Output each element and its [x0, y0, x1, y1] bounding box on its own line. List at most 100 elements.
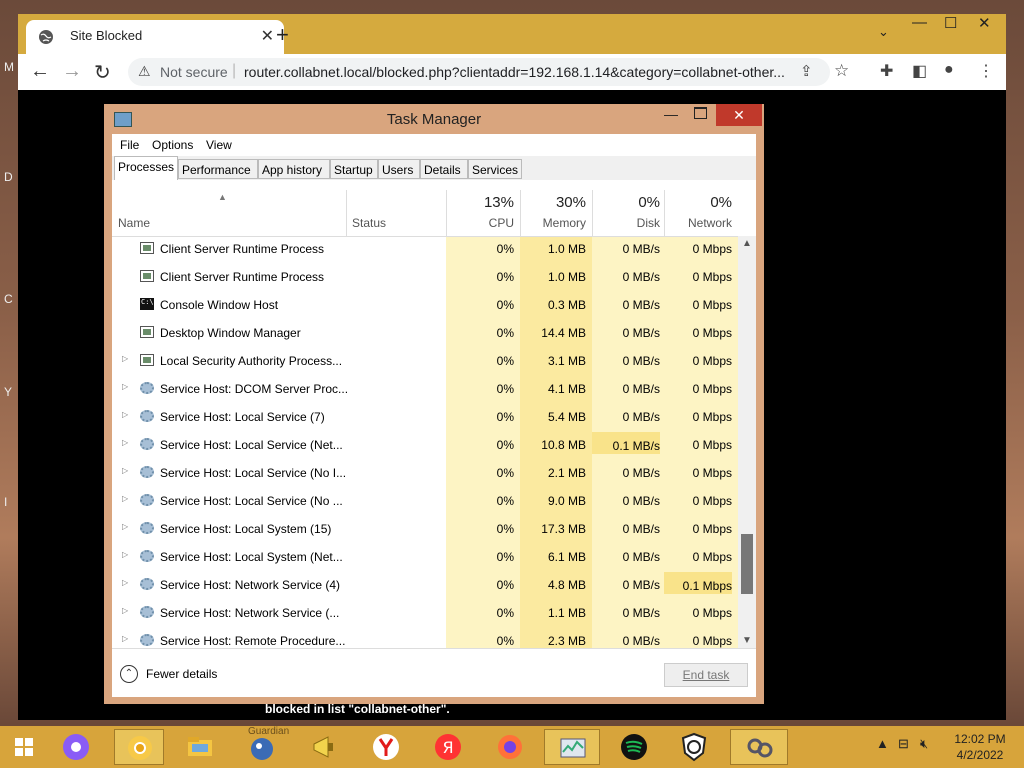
- taskbar-spotify[interactable]: [616, 729, 652, 765]
- chevron-up-circle-icon[interactable]: ⌃: [120, 665, 138, 683]
- side-panel-icon[interactable]: ◧: [912, 61, 927, 81]
- taskbar-yandex[interactable]: Я: [430, 729, 466, 765]
- table-row[interactable]: Desktop Window Manager 0% 14.4 MB 0 MB/s…: [112, 320, 738, 348]
- not-secure-label[interactable]: Not secure: [160, 64, 228, 80]
- table-row[interactable]: ▷ Service Host: Remote Procedure... 0% 2…: [112, 628, 738, 648]
- taskbar-chrome[interactable]: [114, 729, 164, 765]
- scroll-up-icon[interactable]: ▲: [742, 238, 752, 249]
- tm-close-icon[interactable]: ✕: [716, 104, 762, 126]
- task-manager-titlebar[interactable]: Task Manager — ✕: [104, 104, 764, 134]
- disk-total[interactable]: 0%: [592, 194, 660, 211]
- vertical-scrollbar[interactable]: ▲ ▼: [738, 236, 756, 648]
- table-row[interactable]: ▷ Service Host: Network Service (4) 0% 4…: [112, 572, 738, 600]
- tab-services[interactable]: Services: [468, 159, 522, 179]
- col-network-header[interactable]: Network: [664, 216, 732, 230]
- address-bar[interactable]: ⚠ Not secure | router.collabnet.local/bl…: [128, 58, 849, 86]
- menu-file[interactable]: File: [120, 138, 139, 152]
- volume-muted-icon[interactable]: 🔇︎: [920, 736, 928, 752]
- process-name: Service Host: Remote Procedure...: [160, 634, 346, 648]
- expand-chevron-icon[interactable]: ▷: [122, 354, 128, 363]
- extensions-puzzle-icon[interactable]: ✚: [880, 61, 893, 81]
- start-button[interactable]: [6, 729, 42, 765]
- table-row[interactable]: ▷ Local Security Authority Process... 0%…: [112, 348, 738, 376]
- expand-chevron-icon[interactable]: ▷: [122, 494, 128, 503]
- taskbar-firefox[interactable]: [492, 729, 528, 765]
- table-row[interactable]: ▷ Service Host: Local System (15) 0% 17.…: [112, 516, 738, 544]
- fewer-details-link[interactable]: Fewer details: [146, 667, 217, 681]
- window-close-icon[interactable]: ✕: [978, 14, 991, 32]
- memory-total[interactable]: 30%: [520, 194, 586, 211]
- menu-options[interactable]: Options: [152, 138, 193, 152]
- back-icon[interactable]: ←: [30, 60, 50, 83]
- expand-chevron-icon[interactable]: ▷: [122, 466, 128, 475]
- col-status-header[interactable]: Status: [352, 216, 386, 230]
- cpu-total[interactable]: 13%: [446, 194, 514, 211]
- taskbar-task-manager[interactable]: [544, 729, 600, 765]
- clock-time[interactable]: 12:02 PM: [944, 732, 1016, 746]
- menu-kebab-icon[interactable]: ⋮: [978, 61, 994, 81]
- gear-icon: [140, 438, 154, 450]
- col-cpu-header[interactable]: CPU: [446, 216, 514, 230]
- table-row[interactable]: ▷ Service Host: Local Service (Net... 0%…: [112, 432, 738, 460]
- table-row[interactable]: ▷ Service Host: Local Service (No ... 0%…: [112, 488, 738, 516]
- minimize-icon[interactable]: —: [912, 14, 927, 31]
- expand-chevron-icon[interactable]: ▷: [122, 522, 128, 531]
- col-disk-header[interactable]: Disk: [592, 216, 660, 230]
- reload-icon[interactable]: ↻: [94, 60, 111, 85]
- tab-processes[interactable]: Processes: [114, 156, 178, 181]
- table-row[interactable]: Client Server Runtime Process 0% 1.0 MB …: [112, 264, 738, 292]
- maximize-icon[interactable]: ☐: [944, 14, 957, 32]
- network-total[interactable]: 0%: [664, 194, 732, 211]
- console-icon: [140, 298, 154, 310]
- gear-icon: [140, 606, 154, 618]
- tab-app-history[interactable]: App history: [258, 159, 330, 179]
- menu-view[interactable]: View: [206, 138, 232, 152]
- profile-avatar-icon[interactable]: ●: [944, 61, 954, 79]
- share-icon[interactable]: ⇪: [800, 62, 813, 80]
- taskbar-yandex-browser[interactable]: [368, 729, 404, 765]
- network-icon[interactable]: ⊟: [898, 736, 909, 752]
- table-row[interactable]: ▷ Service Host: DCOM Server Proc... 0% 4…: [112, 376, 738, 404]
- table-row[interactable]: ▷ Service Host: Local Service (No I... 0…: [112, 460, 738, 488]
- cpu-cell: 0%: [496, 298, 514, 312]
- table-row[interactable]: ▷ Service Host: Local System (Net... 0% …: [112, 544, 738, 572]
- table-row[interactable]: Client Server Runtime Process 0% 1.0 MB …: [112, 236, 738, 264]
- clock-date[interactable]: 4/2/2022: [944, 748, 1016, 762]
- tab-details[interactable]: Details: [420, 159, 468, 179]
- col-memory-header[interactable]: Memory: [520, 216, 586, 230]
- svg-text:Я: Я: [442, 738, 453, 757]
- browser-tab-active[interactable]: Site Blocked ✕: [26, 20, 284, 54]
- taskbar-alice[interactable]: [58, 729, 94, 765]
- col-name-header[interactable]: Name: [118, 216, 150, 230]
- bookmark-star-icon[interactable]: ☆: [834, 61, 849, 81]
- tab-users[interactable]: Users: [378, 159, 420, 179]
- tray-overflow-icon[interactable]: ▲: [876, 736, 889, 751]
- tab-startup[interactable]: Startup: [330, 159, 378, 179]
- disk-cell: 0 MB/s: [622, 634, 660, 648]
- close-tab-icon[interactable]: ✕: [261, 26, 274, 46]
- tm-maximize-icon[interactable]: [694, 107, 707, 119]
- tab-performance[interactable]: Performance: [178, 159, 258, 179]
- expand-chevron-icon[interactable]: ▷: [122, 438, 128, 447]
- expand-chevron-icon[interactable]: ▷: [122, 410, 128, 419]
- expand-chevron-icon[interactable]: ▷: [122, 606, 128, 615]
- tm-minimize-icon[interactable]: —: [664, 106, 678, 122]
- expand-chevron-icon[interactable]: ▷: [122, 634, 128, 643]
- table-row[interactable]: ▷ Service Host: Network Service (... 0% …: [112, 600, 738, 628]
- taskbar-file-explorer[interactable]: [182, 729, 218, 765]
- forward-icon[interactable]: →: [62, 60, 82, 83]
- url-text[interactable]: router.collabnet.local/blocked.php?clien…: [244, 64, 785, 80]
- expand-chevron-icon[interactable]: ▷: [122, 382, 128, 391]
- expand-chevron-icon[interactable]: ▷: [122, 578, 128, 587]
- new-tab-icon[interactable]: +: [276, 22, 289, 48]
- expand-chevron-icon[interactable]: ▷: [122, 550, 128, 559]
- taskbar-megaphone[interactable]: [306, 729, 342, 765]
- end-task-button[interactable]: End task: [664, 663, 748, 687]
- table-row[interactable]: Console Window Host 0% 0.3 MB 0 MB/s 0 M…: [112, 292, 738, 320]
- taskbar-shield-app[interactable]: [676, 729, 712, 765]
- taskbar-connection-app[interactable]: [730, 729, 788, 765]
- tab-search-chevron-icon[interactable]: ⌄: [878, 24, 889, 40]
- scroll-down-icon[interactable]: ▼: [742, 635, 752, 646]
- scroll-thumb[interactable]: [741, 534, 753, 594]
- table-row[interactable]: ▷ Service Host: Local Service (7) 0% 5.4…: [112, 404, 738, 432]
